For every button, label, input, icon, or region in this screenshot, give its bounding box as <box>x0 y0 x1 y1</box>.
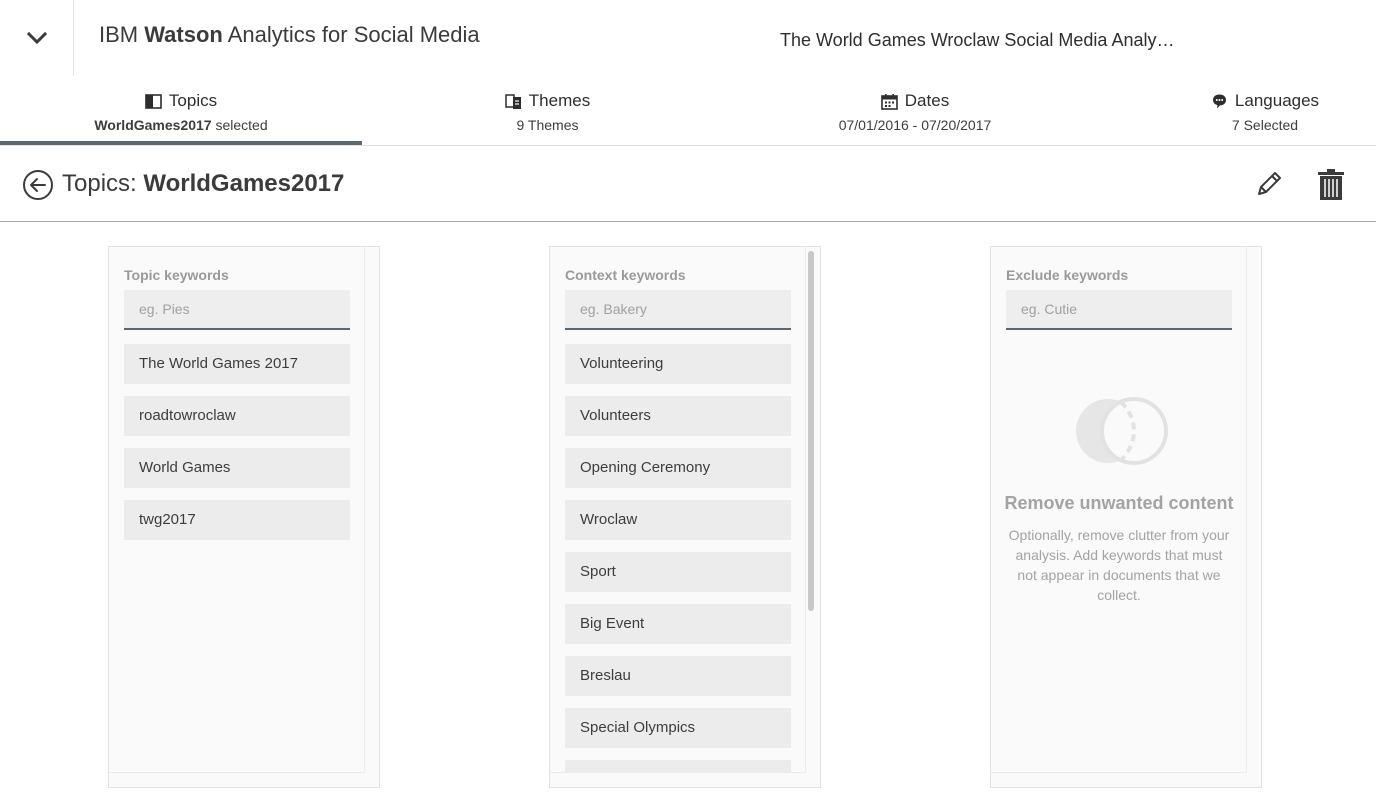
topics-icon <box>145 93 162 109</box>
context-keyword-input[interactable] <box>565 290 791 330</box>
back-arrow-icon[interactable] <box>22 169 54 201</box>
keyword-item[interactable]: Special Olympics <box>565 708 791 748</box>
exclude-keyword-input[interactable] <box>1006 290 1232 330</box>
exclude-keywords-label: Exclude keywords <box>1006 267 1129 283</box>
tab-languages[interactable]: Languages 7 Selected <box>1180 76 1350 146</box>
keyword-item[interactable]: The World Games 2017 <box>124 344 350 384</box>
themes-icon <box>505 93 521 109</box>
collapse-menu-button[interactable] <box>0 0 74 76</box>
keyword-item[interactable]: Volunteers <box>565 396 791 436</box>
topic-keyword-input[interactable] <box>124 290 350 330</box>
tab-topics-label: Topics <box>168 91 218 110</box>
keyword-item[interactable]: Sport <box>565 552 791 592</box>
panel-divider <box>109 772 365 773</box>
keyword-item[interactable]: World Games <box>124 448 350 488</box>
keyword-item[interactable]: Big Event <box>565 604 791 644</box>
speech-bubble-icon <box>1212 94 1226 108</box>
topic-keywords-label: Topic keywords <box>124 267 229 283</box>
keyword-item[interactable]: Opening Ceremony <box>565 448 791 488</box>
pencil-icon[interactable] <box>1253 168 1285 200</box>
section-header: Topics: WorldGames2017 <box>0 146 1376 222</box>
page-title: Topics: WorldGames2017 <box>62 170 345 197</box>
context-keyword-list: Volunteering Volunteers Opening Ceremony… <box>565 344 791 772</box>
keyword-item[interactable] <box>565 760 791 772</box>
tab-themes[interactable]: Themes 9 Themes <box>425 76 670 146</box>
context-keywords-panel: Context keywords Volunteering Volunteers… <box>549 246 821 788</box>
exclude-circles-icon <box>1076 397 1168 465</box>
tab-bar: Topics WorldGames2017 selected Themes 9 … <box>0 76 1376 146</box>
project-title[interactable]: The World Games Wroclaw Social Media Ana… <box>780 30 1174 51</box>
app-title: IBM Watson Analytics for Social Media <box>99 22 480 47</box>
keyword-item[interactable]: Breslau <box>565 656 791 696</box>
keyword-item[interactable]: roadtowroclaw <box>124 396 350 436</box>
panel-divider <box>991 772 1247 773</box>
trash-icon[interactable] <box>1316 168 1346 202</box>
tab-dates-label: Dates <box>904 91 950 110</box>
keyword-item[interactable]: Wroclaw <box>565 500 791 540</box>
tab-dates[interactable]: Dates 07/01/2016 - 07/20/2017 <box>790 76 1040 146</box>
topic-keyword-list: The World Games 2017 roadtowroclaw World… <box>124 344 350 772</box>
keyword-item[interactable]: Volunteering <box>565 344 791 384</box>
tab-themes-label: Themes <box>528 91 591 110</box>
tab-languages-status: 7 Selected <box>1231 117 1299 133</box>
context-scrollbar[interactable] <box>808 251 814 611</box>
chevron-down-icon <box>26 31 47 45</box>
tab-topics[interactable]: Topics WorldGames2017 selected <box>0 76 362 145</box>
empty-state-description: Optionally, remove clutter from your ana… <box>1008 527 1230 603</box>
tab-topics-status: WorldGames2017 selected <box>94 117 268 133</box>
topic-keywords-panel: Topic keywords The World Games 2017 road… <box>108 246 380 788</box>
tab-languages-label: Languages <box>1234 91 1320 110</box>
exclude-keywords-panel: Exclude keywords Remove unwanted content… <box>990 246 1262 788</box>
context-keywords-label: Context keywords <box>565 267 686 283</box>
top-bar: IBM Watson Analytics for Social Media Th… <box>0 0 1376 76</box>
calendar-icon <box>880 93 898 110</box>
tab-dates-status: 07/01/2016 - 07/20/2017 <box>838 117 992 133</box>
panel-divider <box>805 247 806 773</box>
keyword-item[interactable]: twg2017 <box>124 500 350 540</box>
empty-state-title: Remove unwanted content <box>1004 493 1234 513</box>
panel-divider <box>550 772 806 773</box>
tab-themes-status: 9 Themes <box>516 117 579 133</box>
panel-divider <box>364 247 365 773</box>
